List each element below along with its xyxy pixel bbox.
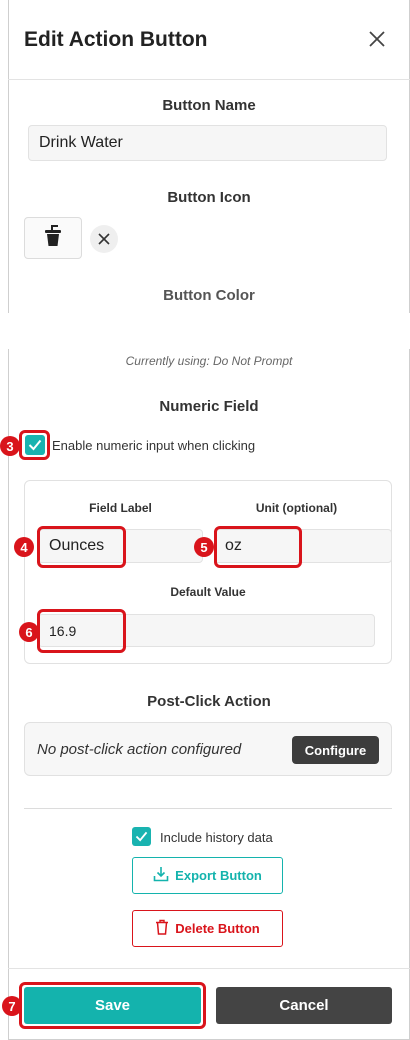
close-icon[interactable]	[366, 28, 388, 50]
button-icon-label: Button Icon	[167, 189, 251, 206]
annotation-badge-7: 7	[2, 996, 22, 1016]
default-value-input[interactable]: 16.9	[38, 614, 375, 647]
color-hint: Currently using: Do Not Prompt	[125, 354, 293, 368]
download-icon	[153, 866, 169, 885]
field-label-value: Ounces	[49, 537, 105, 554]
annotation-badge-4: 4	[14, 537, 34, 557]
default-value-value: 16.9	[49, 622, 77, 639]
unit-header: Unit (optional)	[255, 501, 338, 515]
include-history-checkbox[interactable]	[132, 827, 151, 846]
dialog-header: Edit Action Button	[8, 0, 410, 80]
field-label-input[interactable]: Ounces	[38, 529, 203, 563]
enable-numeric-label: Enable numeric input when clicking	[52, 438, 256, 453]
annotation-badge-6: 6	[19, 622, 39, 642]
delete-button-label: Delete Button	[175, 921, 260, 936]
button-name-value: Drink Water	[39, 134, 123, 151]
button-name-label: Button Name	[162, 97, 256, 114]
numeric-field-label: Numeric Field	[159, 398, 259, 415]
clear-icon-button[interactable]	[90, 225, 118, 253]
cup-icon	[44, 224, 62, 252]
annotation-badge-3: 3	[0, 436, 20, 456]
post-click-empty-text: No post-click action configured	[37, 741, 242, 758]
configure-button[interactable]: Configure	[292, 736, 379, 764]
unit-value: oz	[225, 537, 242, 554]
enable-numeric-checkbox[interactable]	[25, 435, 45, 455]
button-name-input[interactable]: Drink Water	[28, 125, 387, 161]
button-color-label: Button Color	[163, 287, 255, 304]
unit-input[interactable]: oz	[214, 529, 392, 563]
default-value-header: Default Value	[170, 585, 246, 599]
trash-icon	[155, 919, 169, 938]
divider	[24, 808, 392, 809]
post-click-label: Post-Click Action	[147, 693, 271, 710]
cancel-button[interactable]: Cancel	[216, 987, 392, 1024]
save-button[interactable]: Save	[24, 987, 201, 1024]
dialog-title: Edit Action Button	[24, 28, 208, 51]
color-picker-area	[0, 313, 410, 349]
icon-picker-button[interactable]	[24, 217, 82, 259]
post-click-panel: No post-click action configured Configur…	[24, 722, 392, 776]
field-label-header: Field Label	[89, 501, 152, 515]
delete-button[interactable]: Delete Button	[132, 910, 283, 947]
include-history-label: Include history data	[160, 830, 273, 845]
annotation-badge-5: 5	[194, 537, 214, 557]
export-button[interactable]: Export Button	[132, 857, 283, 894]
export-button-label: Export Button	[175, 868, 262, 883]
